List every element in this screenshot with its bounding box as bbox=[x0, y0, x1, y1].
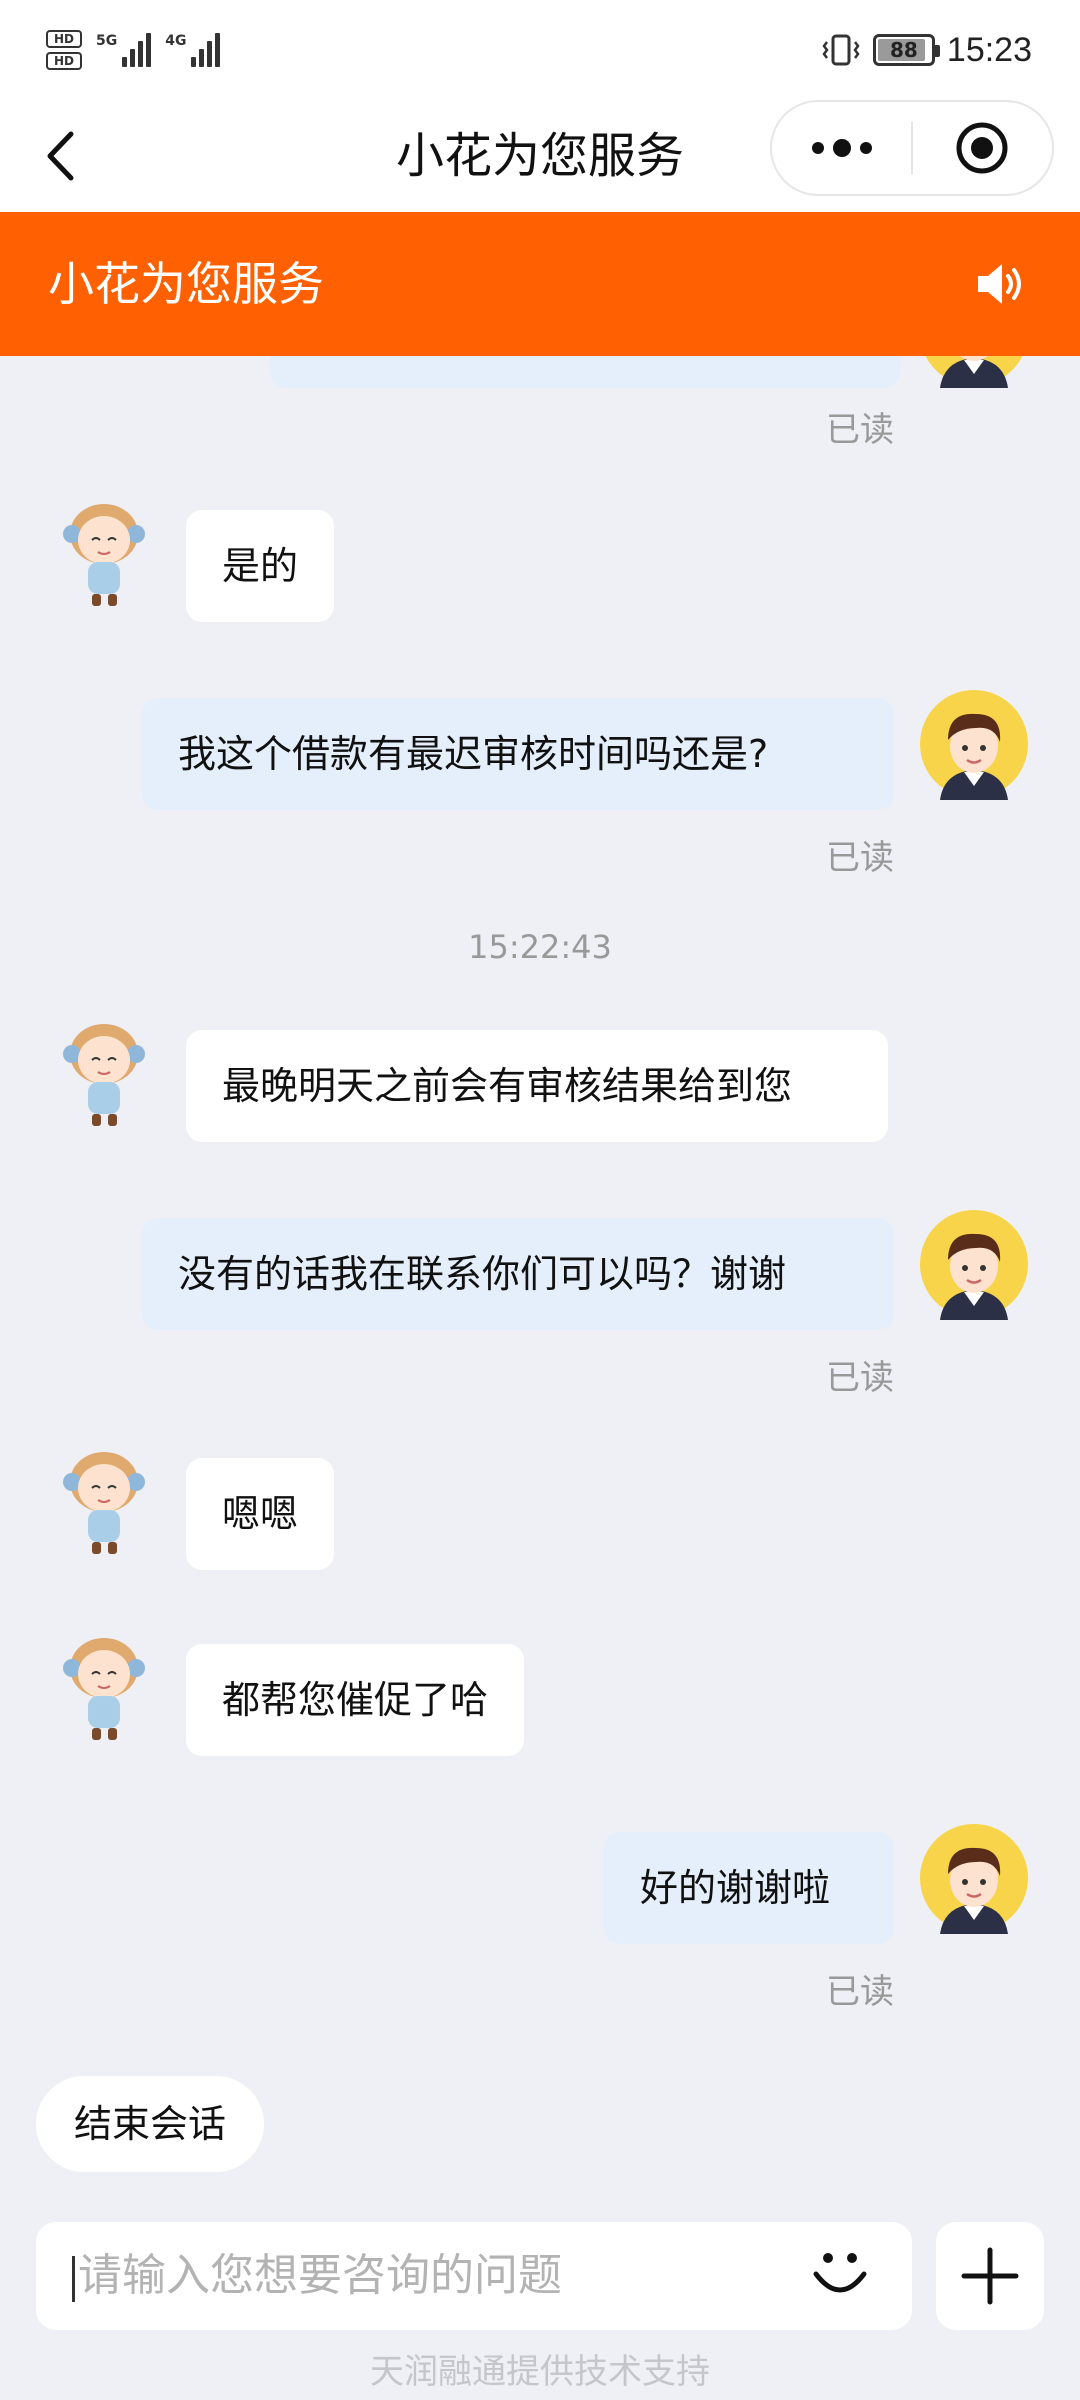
end-session-button[interactable]: 结束会话 bbox=[36, 2076, 265, 2172]
clock: 15:23 bbox=[946, 30, 1032, 69]
smile-icon[interactable] bbox=[808, 2244, 872, 2308]
service-title: 小花为您服务 bbox=[48, 257, 324, 311]
more-dots-icon bbox=[811, 139, 872, 157]
user-avatar-icon bbox=[925, 356, 1023, 388]
signal-bar bbox=[122, 57, 128, 67]
signal-bar bbox=[138, 41, 144, 67]
signal-bar bbox=[215, 33, 221, 67]
service-header: 小花为您服务 bbox=[0, 212, 1080, 356]
more-button[interactable] bbox=[772, 102, 911, 194]
plus-button[interactable] bbox=[936, 2222, 1044, 2330]
hd-badge-2: HD bbox=[46, 52, 82, 70]
user-message-bubble: 我这个借款有最迟审核时间吗还是? bbox=[142, 698, 894, 810]
user-avatar-icon bbox=[920, 1824, 1028, 1934]
signal-bar bbox=[191, 57, 197, 67]
signal-bar bbox=[130, 49, 136, 67]
input-area: 请输入您想要咨询的问题 天润融通提供技术支持 bbox=[0, 2200, 1080, 2400]
bot-message-bubble: 嗯嗯 bbox=[186, 1458, 335, 1570]
message-timestamp: 15:22:43 bbox=[468, 928, 612, 966]
user-message-bubble: 没有的话我在联系你们可以吗？谢谢 bbox=[142, 1218, 894, 1330]
speaker-icon bbox=[978, 264, 1021, 304]
bot-message-bubble: 是的 bbox=[186, 510, 335, 622]
battery-level: 88 bbox=[889, 38, 918, 62]
bot-message-bubble: 都帮您催促了哈 bbox=[186, 1644, 525, 1756]
bot-avatar-icon bbox=[63, 504, 145, 606]
battery-icon: 88 bbox=[872, 34, 940, 66]
chevron-left-icon bbox=[47, 131, 74, 181]
hd-badge-1: HD bbox=[46, 30, 82, 48]
read-status: 已读 bbox=[826, 410, 894, 450]
bot-avatar-icon bbox=[63, 1452, 145, 1554]
bot-message-bubble: 最晚明天之前会有审核结果给到您 bbox=[186, 1030, 888, 1142]
bot-avatar-icon bbox=[63, 1024, 145, 1126]
signal-5g: 5G bbox=[96, 33, 152, 67]
chat-area[interactable]: 已读 是的 我这个借款有最迟审核时间吗还是? 已读 15:22:43 最晚明天之… bbox=[0, 356, 1080, 2200]
signal-bar bbox=[207, 41, 213, 67]
powered-by-footer: 天润融通提供技术支持 bbox=[370, 2352, 710, 2392]
signal-bar bbox=[146, 33, 152, 67]
mini-program-capsule bbox=[770, 100, 1054, 196]
signal-4g: 4G bbox=[165, 33, 221, 67]
read-status: 已读 bbox=[826, 1972, 894, 2012]
plus-icon bbox=[961, 2247, 1019, 2305]
nav-bar: 小花为您服务 bbox=[0, 100, 1080, 212]
bot-avatar-icon bbox=[63, 1638, 145, 1740]
back-button[interactable] bbox=[30, 122, 90, 190]
hd-indicators: HD HD bbox=[46, 30, 82, 70]
status-left: HD HD 5G 4G bbox=[46, 26, 221, 74]
status-right: 88 15:23 bbox=[821, 26, 1032, 74]
read-status: 已读 bbox=[826, 1358, 894, 1398]
message-input[interactable]: 请输入您想要咨询的问题 bbox=[36, 2222, 912, 2330]
network-4g-label: 4G bbox=[165, 33, 187, 49]
user-avatar-icon bbox=[920, 1210, 1028, 1320]
message-input-placeholder: 请输入您想要咨询的问题 bbox=[78, 2250, 562, 2301]
read-status: 已读 bbox=[826, 838, 894, 878]
close-mini-program-button[interactable] bbox=[913, 102, 1052, 194]
user-message-bubble: 好的谢谢啦 bbox=[604, 1832, 894, 1944]
vibrate-icon bbox=[822, 34, 860, 66]
signal-bar bbox=[199, 49, 205, 67]
target-circle-icon bbox=[956, 122, 1008, 174]
text-cursor bbox=[72, 2256, 75, 2302]
user-message-bubble bbox=[270, 356, 900, 388]
status-bar: HD HD 5G 4G 88 15:23 bbox=[0, 0, 1080, 100]
speaker-button[interactable] bbox=[972, 256, 1028, 312]
network-5g-label: 5G bbox=[96, 33, 118, 49]
user-avatar-icon bbox=[920, 690, 1028, 800]
